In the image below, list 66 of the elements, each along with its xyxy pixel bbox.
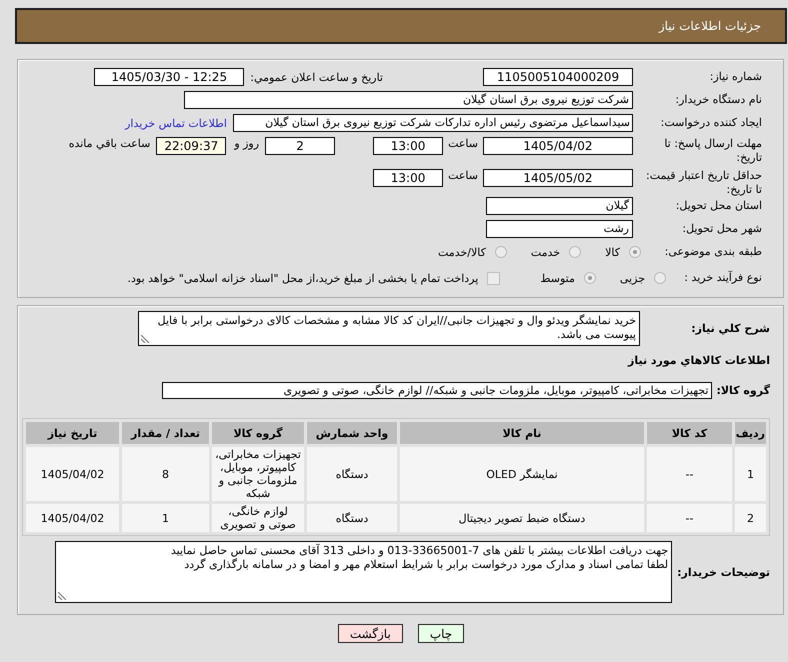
column-header: گروه کالا <box>212 422 304 444</box>
field-label: نام دستگاه خریدار: <box>675 93 762 106</box>
field-label: شماره نیاز: <box>710 70 762 83</box>
column-header: ردیف <box>735 422 766 444</box>
section-title: اطلاعات کالاهاي مورد نیاز <box>628 354 770 367</box>
table-cell: تجهیزات مخابراتی، کامپیوتر، موبایل، ملزومات جانبی و شبکه <box>212 447 304 501</box>
table-cell: لوازم خانگی، صوتی و تصویری <box>212 504 304 532</box>
announce-date-field[interactable]: 1405/03/30 - 12:25 <box>94 68 244 86</box>
table-cell: -- <box>647 504 732 532</box>
goods-group-field[interactable]: تجهیزات مخابراتی، کامپیوتر، موبایل، ملزومات جانبی و شبکه// لوازم خانگی، صوتی و تصویری <box>162 382 712 399</box>
province-field[interactable]: گیلان <box>486 197 633 215</box>
radio-label: کالا <box>605 246 620 258</box>
table-cell: 8 <box>122 447 209 501</box>
radio-label: خدمت <box>530 246 560 258</box>
table-cell: 1 <box>122 504 209 532</box>
field-label: حداقل تاریخ اعتبار قیمت: تا تاریخ: <box>646 169 762 196</box>
radio-label: جزیی <box>620 272 645 284</box>
table-cell: 2 <box>735 504 766 532</box>
buyer-name-field[interactable]: شرکت توزیع نیروی برق استان گیلان <box>184 91 633 109</box>
field-label: ایجاد کننده درخواست: <box>660 116 762 129</box>
time-left-field[interactable]: 22:09:37 <box>156 137 226 155</box>
need-number-field[interactable]: 1105005104000209 <box>483 68 633 86</box>
buyer-contact-link[interactable]: اطلاعات تماس خریدار <box>125 116 227 130</box>
table-cell: 1 <box>735 447 766 501</box>
field-label: طبقه بندی موضوعی: <box>664 245 762 258</box>
resize-grip-icon[interactable] <box>141 335 149 343</box>
field-label: شهر محل تحویل: <box>682 222 762 235</box>
column-header: واحد شمارش <box>307 422 397 444</box>
field-label: روز و <box>234 137 260 150</box>
field-label: استان محل تحویل: <box>676 199 762 212</box>
requester-field[interactable]: سیداسماعیل مرتضوی رئیس اداره تدارکات شرکت توزیع نیروی برق استان گیلان <box>233 114 633 132</box>
field-label: گروه کالا: <box>716 384 770 397</box>
checkbox-label: پرداخت تمام یا بخشی از مبلغ خرید،از محل "اسناد خزانه اسلامی" خواهد بود. <box>128 272 478 284</box>
column-header: تاریخ نیاز <box>26 422 119 444</box>
table-cell: دستگاه ضبط تصویر دیجیتال <box>400 504 644 532</box>
field-label: شرح کلي نیاز: <box>691 322 770 335</box>
column-header: نام کالا <box>400 422 644 444</box>
description-field[interactable]: خرید نمایشگر ویدئو وال و تجهیزات جانبی//ایران کد کالا مشابه و مشخصات کالای درخواستی برابر با فایل پیوست می باشد. <box>138 311 640 346</box>
radio-label: متوسط <box>540 272 575 284</box>
field-label: ساعت <box>448 169 478 182</box>
field-label: ساعت باقي مانده <box>68 137 150 150</box>
validity-date-field[interactable]: 1405/05/02 <box>483 169 633 187</box>
field-label: ساعت <box>448 137 478 150</box>
column-header: کد کالا <box>647 422 732 444</box>
table-cell: نمایشگر OLED <box>400 447 644 501</box>
deadline-date-field[interactable]: 1405/04/02 <box>483 137 633 155</box>
radio-label: کالا/خدمت <box>438 246 486 258</box>
window-title: جزئیات اطلاعات نیاز <box>658 19 761 33</box>
table-cell: دستگاه <box>307 504 397 532</box>
table-cell: 1405/04/02 <box>26 504 119 532</box>
field-label: تاریخ و ساعت اعلان عمومي: <box>250 70 383 84</box>
table-cell: -- <box>647 447 732 501</box>
column-header: تعداد / مقدار <box>122 422 209 444</box>
buyer-notes-field[interactable]: جهت دریافت اطلاعات بیشتر با تلفن های 7-33665001-013 و داخلی 313 آقای محسنی تماس حاصل نمایید لطفا تمامی اسناد و مدارک مورد درخواست برابر با شرایط استعلام مهر و امضا و در سامانه بارگذاری گردد <box>55 541 672 603</box>
back-button[interactable]: بازگشت <box>338 624 403 643</box>
print-button[interactable]: چاپ <box>418 624 464 643</box>
validity-time-field[interactable]: 13:00 <box>373 169 444 187</box>
table-cell: دستگاه <box>307 447 397 501</box>
field-label: مهلت ارسال پاسخ: تا تاریخ: <box>664 137 762 164</box>
table-cell: 1405/04/02 <box>26 447 119 501</box>
field-label: نوع فرآیند خرید : <box>684 271 762 284</box>
resize-grip-icon[interactable] <box>58 592 66 600</box>
city-field[interactable]: رشت <box>486 220 633 238</box>
field-label: توضیحات خریدار: <box>677 566 770 578</box>
deadline-time-field[interactable]: 13:00 <box>373 137 444 155</box>
days-left-field[interactable]: 2 <box>265 137 336 155</box>
